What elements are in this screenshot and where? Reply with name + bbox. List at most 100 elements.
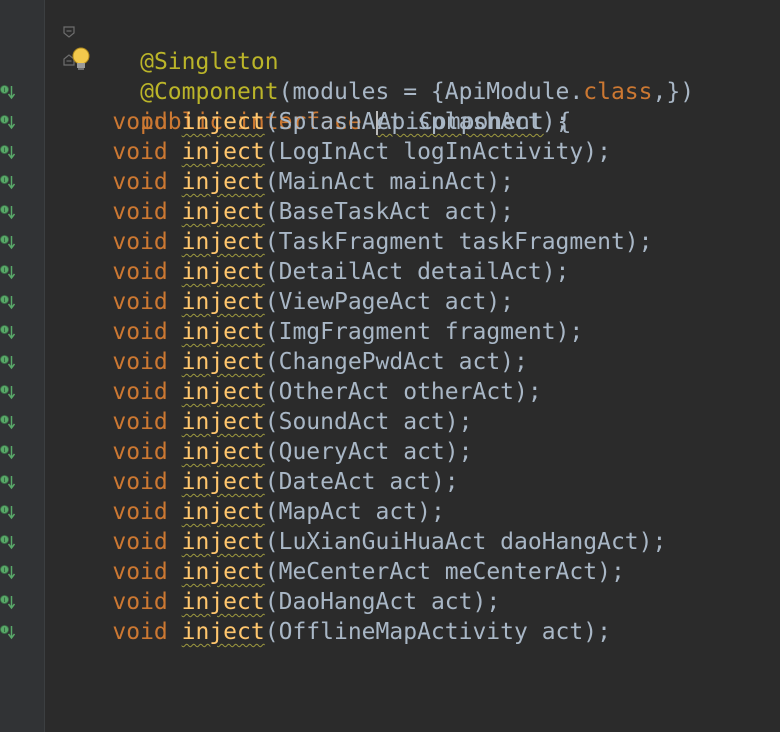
- implementation-arrow-icon[interactable]: I: [0, 474, 16, 490]
- param-type: DaoHangAct: [278, 589, 418, 615]
- param-type: DetailAct: [278, 259, 404, 285]
- method-name-inject[interactable]: inject: [182, 319, 265, 345]
- method-name-inject[interactable]: inject: [182, 409, 265, 435]
- method-line: void inject(MeCenterAct meCenterAct);: [112, 559, 625, 585]
- param-type: OfflineMapActivity: [278, 619, 528, 645]
- code-editor[interactable]: I I I I I I I I I I I I I I I I I I I @Singleton @Componen…: [0, 0, 780, 732]
- method-name-inject[interactable]: inject: [182, 499, 265, 525]
- param-type: ViewPageAct: [278, 289, 431, 315]
- implementation-arrow-icon[interactable]: I: [0, 324, 16, 340]
- implementation-arrow-icon[interactable]: I: [0, 234, 16, 250]
- dot: .: [569, 79, 584, 105]
- param-type: BaseTaskAct: [278, 199, 431, 225]
- svg-text:I: I: [4, 507, 6, 514]
- method-name-inject[interactable]: inject: [182, 619, 265, 645]
- paren-close: ,}): [652, 79, 695, 105]
- method-line: void inject(OtherAct otherAct);: [112, 379, 542, 405]
- method-line: void inject(SplashAct splashAct);: [112, 109, 570, 135]
- implementation-arrow-icon[interactable]: I: [0, 594, 16, 610]
- implementation-arrow-icon[interactable]: I: [0, 624, 16, 640]
- void-keyword: void: [112, 229, 168, 255]
- param-name: splashAct: [417, 109, 542, 135]
- implementation-arrow-icon[interactable]: I: [0, 444, 16, 460]
- svg-text:I: I: [4, 207, 6, 214]
- method-name-inject[interactable]: inject: [182, 559, 265, 585]
- svg-text:I: I: [4, 297, 6, 304]
- method-line: void inject(DaoHangAct act);: [112, 589, 501, 615]
- method-name-inject[interactable]: inject: [182, 199, 265, 225]
- svg-text:I: I: [4, 87, 6, 94]
- method-name-inject[interactable]: inject: [182, 439, 265, 465]
- method-line: void inject(BaseTaskAct act);: [112, 199, 515, 225]
- method-name-inject[interactable]: inject: [182, 109, 265, 135]
- annotation-singleton: @Singleton: [140, 49, 279, 75]
- param-name: act: [444, 199, 487, 225]
- method-name-inject[interactable]: inject: [182, 259, 265, 285]
- param-type: OtherAct: [278, 379, 390, 405]
- implementation-arrow-icon[interactable]: I: [0, 144, 16, 160]
- method-line: void inject(ChangePwdAct act);: [112, 349, 528, 375]
- implementation-arrow-icon[interactable]: I: [0, 384, 16, 400]
- svg-text:I: I: [4, 267, 6, 274]
- method-line: void inject(OfflineMapActivity act);: [112, 619, 611, 645]
- code-area[interactable]: @Singleton @Component(modules = {ApiModu…: [57, 17, 780, 732]
- param-name: act: [403, 439, 445, 465]
- void-keyword: void: [112, 199, 168, 225]
- method-name-inject[interactable]: inject: [182, 469, 265, 495]
- code-line: @Singleton: [57, 17, 780, 75]
- implementation-arrow-icon[interactable]: I: [0, 204, 16, 220]
- param-type: LuXianGuiHuaAct: [278, 529, 487, 555]
- void-keyword: void: [112, 379, 168, 405]
- param-name: detailAct: [417, 259, 542, 285]
- method-line: void inject(MainAct mainAct);: [112, 169, 515, 195]
- method-line: void inject(TaskFragment taskFragment);: [112, 229, 653, 255]
- equals-brace: = {: [389, 79, 445, 105]
- method-name-inject[interactable]: inject: [182, 229, 265, 255]
- void-keyword: void: [112, 499, 168, 525]
- param-name: daoHangAct: [500, 529, 639, 555]
- implementation-arrow-icon[interactable]: I: [0, 264, 16, 280]
- implementation-arrow-icon[interactable]: I: [0, 294, 16, 310]
- svg-text:I: I: [4, 237, 6, 244]
- param-type: LogInAct: [278, 139, 390, 165]
- code-line: }: [57, 707, 780, 732]
- svg-text:I: I: [4, 387, 6, 394]
- paren-open: (: [278, 79, 293, 105]
- fold-gutter: [30, 0, 75, 732]
- method-line: void inject(ViewPageAct act);: [112, 289, 515, 315]
- method-name-inject[interactable]: inject: [182, 379, 265, 405]
- implementation-arrow-icon[interactable]: I: [0, 84, 16, 100]
- void-keyword: void: [112, 139, 168, 165]
- method-name-inject[interactable]: inject: [182, 529, 265, 555]
- void-keyword: void: [112, 589, 168, 615]
- param-name: fragment: [444, 319, 556, 345]
- method-name-inject[interactable]: inject: [182, 349, 265, 375]
- param-name: taskFragment: [458, 229, 625, 255]
- module-class-name: ApiModule: [444, 79, 570, 105]
- method-name-inject[interactable]: inject: [182, 169, 265, 195]
- implementation-arrow-icon[interactable]: I: [0, 504, 16, 520]
- method-name-inject[interactable]: inject: [182, 139, 265, 165]
- implementation-arrow-icon[interactable]: I: [0, 174, 16, 190]
- void-keyword: void: [112, 289, 168, 315]
- implementation-arrow-icon[interactable]: I: [0, 354, 16, 370]
- method-line: void inject(ImgFragment fragment);: [112, 319, 584, 345]
- void-keyword: void: [112, 349, 168, 375]
- void-keyword: void: [112, 469, 168, 495]
- void-keyword: void: [112, 319, 168, 345]
- implementation-arrow-icon[interactable]: I: [0, 534, 16, 550]
- param-type: QueryAct: [278, 439, 390, 465]
- param-type: MainAct: [278, 169, 376, 195]
- implementation-arrow-icon[interactable]: I: [0, 114, 16, 130]
- param-name: act: [541, 619, 584, 645]
- implementation-arrow-icon[interactable]: I: [0, 564, 16, 580]
- method-name-inject[interactable]: inject: [182, 589, 265, 615]
- implementation-arrow-icon[interactable]: I: [0, 414, 16, 430]
- method-name-inject[interactable]: inject: [182, 289, 265, 315]
- svg-text:I: I: [4, 147, 6, 154]
- svg-text:I: I: [4, 537, 6, 544]
- param-name: mainAct: [389, 169, 487, 195]
- class-keyword: class: [583, 79, 653, 105]
